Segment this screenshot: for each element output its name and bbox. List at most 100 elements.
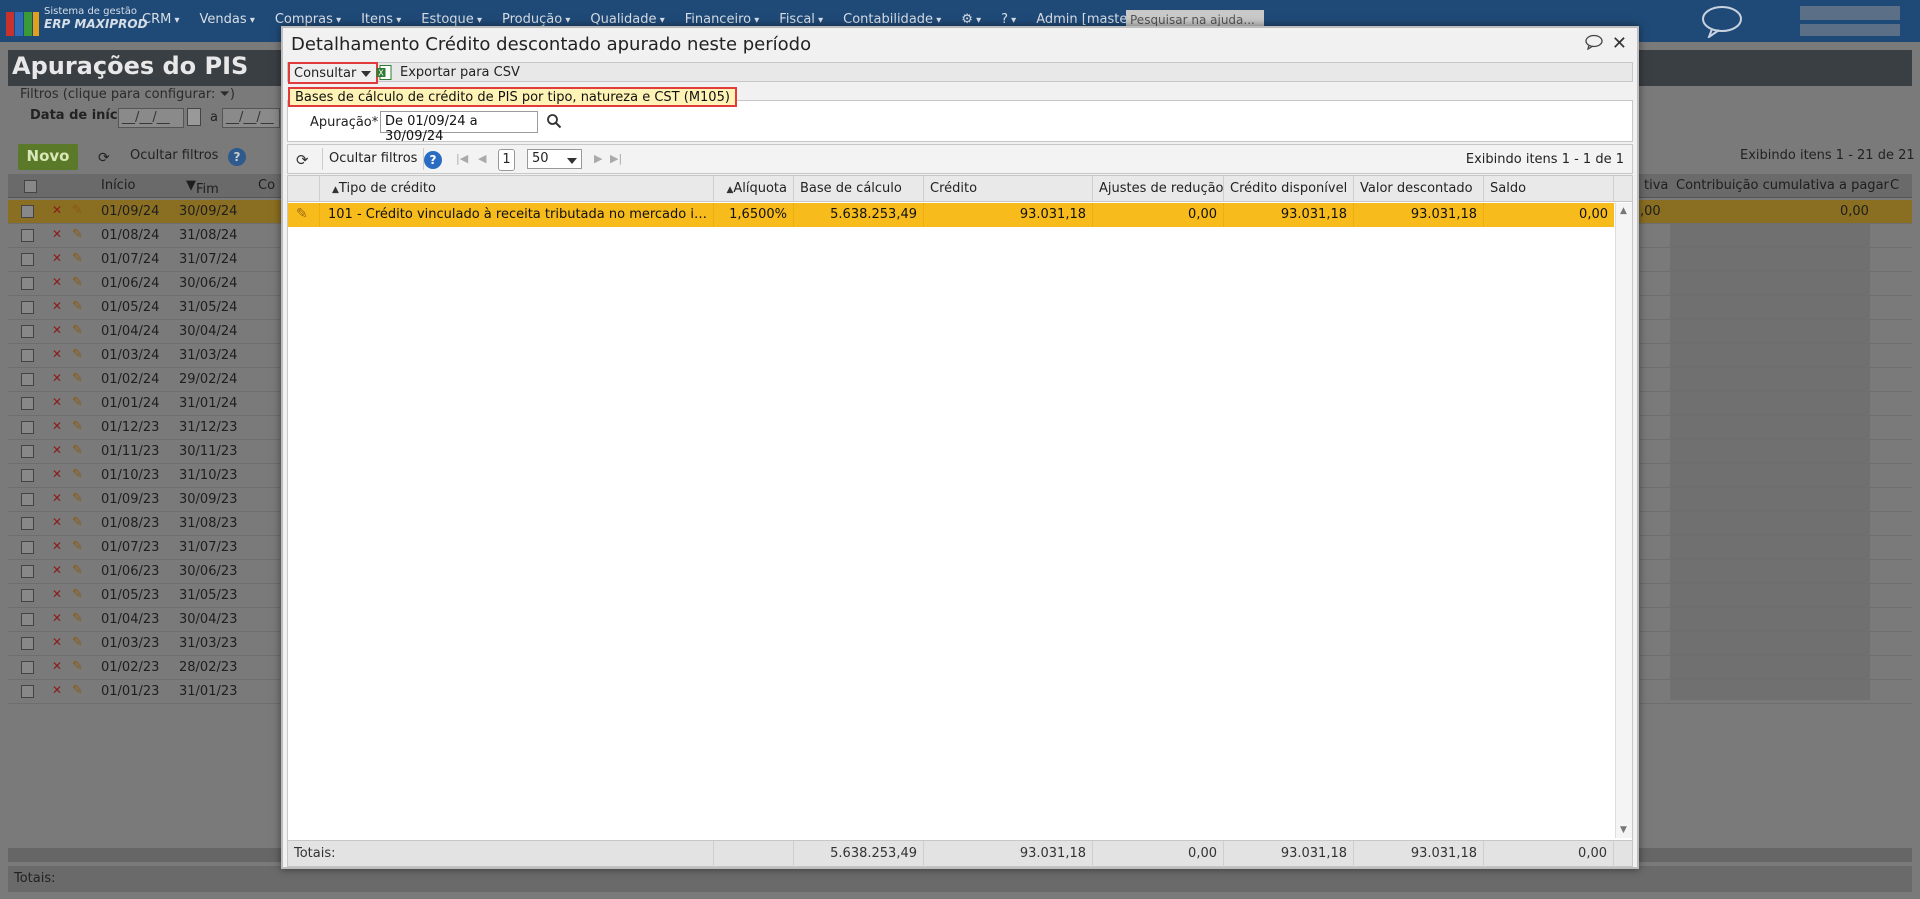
delete-icon[interactable]: ✕ bbox=[52, 635, 62, 649]
delete-icon[interactable]: ✕ bbox=[52, 539, 62, 553]
menu-item-bases-calculo-m105[interactable]: Bases de cálculo de crédito de PIS por t… bbox=[288, 87, 737, 107]
col-aliquota[interactable]: Alíquota bbox=[714, 176, 794, 202]
menu-financeiro[interactable]: Financeiro bbox=[685, 12, 760, 27]
last-page-icon[interactable]: ▶| bbox=[610, 152, 622, 165]
col-tipo-credito[interactable]: Tipo de crédito bbox=[320, 176, 714, 202]
filters-label[interactable]: Filtros (clique para configurar: ⏷) bbox=[20, 87, 235, 102]
first-page-icon[interactable]: |◀ bbox=[456, 152, 468, 165]
comment-icon[interactable] bbox=[1585, 34, 1603, 50]
col-c[interactable]: C bbox=[1890, 178, 1899, 193]
page-number-input[interactable]: 1 bbox=[498, 149, 515, 171]
delete-icon[interactable]: ✕ bbox=[52, 587, 62, 601]
delete-icon[interactable]: ✕ bbox=[52, 275, 62, 289]
delete-icon[interactable]: ✕ bbox=[52, 395, 62, 409]
delete-icon[interactable]: ✕ bbox=[52, 323, 62, 337]
edit-icon[interactable]: ✎ bbox=[72, 275, 83, 290]
excel-icon[interactable]: X bbox=[376, 65, 392, 80]
search-icon[interactable] bbox=[546, 113, 562, 129]
calendar-icon[interactable] bbox=[187, 108, 201, 126]
row-checkbox[interactable] bbox=[21, 205, 34, 218]
menu-contabilidade[interactable]: Contabilidade bbox=[843, 12, 941, 27]
edit-icon[interactable]: ✎ bbox=[72, 587, 83, 602]
menu-producao[interactable]: Produção bbox=[502, 12, 570, 27]
col-saldo[interactable]: Saldo bbox=[1484, 176, 1614, 202]
edit-icon[interactable]: ✎ bbox=[72, 347, 83, 362]
help-icon[interactable]: ? bbox=[1001, 12, 1016, 27]
gear-icon[interactable]: ⚙ bbox=[961, 12, 981, 27]
close-icon[interactable]: ✕ bbox=[1612, 33, 1627, 54]
delete-icon[interactable]: ✕ bbox=[52, 419, 62, 433]
delete-icon[interactable]: ✕ bbox=[52, 683, 62, 697]
prev-page-icon[interactable]: ◀ bbox=[478, 152, 486, 165]
delete-icon[interactable]: ✕ bbox=[52, 467, 62, 481]
edit-icon[interactable]: ✎ bbox=[296, 206, 308, 222]
delete-icon[interactable]: ✕ bbox=[52, 443, 62, 457]
edit-icon[interactable]: ✎ bbox=[72, 539, 83, 554]
edit-icon[interactable]: ✎ bbox=[72, 491, 83, 506]
date-start-input[interactable]: __/__/__ bbox=[118, 108, 184, 128]
row-checkbox[interactable] bbox=[21, 253, 34, 266]
col-valor-descontado[interactable]: Valor descontado bbox=[1354, 176, 1484, 202]
edit-icon[interactable]: ✎ bbox=[72, 395, 83, 410]
edit-icon[interactable]: ✎ bbox=[72, 467, 83, 482]
menu-fiscal[interactable]: Fiscal bbox=[779, 12, 823, 27]
col-base-calculo[interactable]: Base de cálculo bbox=[794, 176, 924, 202]
edit-icon[interactable]: ✎ bbox=[72, 227, 83, 242]
row-checkbox[interactable] bbox=[21, 517, 34, 530]
table-row[interactable]: ✎ 101 - Crédito vinculado à receita trib… bbox=[288, 203, 1614, 227]
menu-itens[interactable]: Itens bbox=[361, 12, 401, 27]
next-page-icon[interactable]: ▶ bbox=[594, 152, 602, 165]
row-checkbox[interactable] bbox=[21, 613, 34, 626]
delete-icon[interactable]: ✕ bbox=[52, 227, 62, 241]
col-credito-disponivel[interactable]: Crédito disponível bbox=[1224, 176, 1354, 202]
edit-icon[interactable]: ✎ bbox=[72, 659, 83, 674]
delete-icon[interactable]: ✕ bbox=[52, 347, 62, 361]
row-checkbox[interactable] bbox=[21, 301, 34, 314]
row-checkbox[interactable] bbox=[21, 469, 34, 482]
edit-icon[interactable]: ✎ bbox=[72, 371, 83, 386]
edit-icon[interactable]: ✎ bbox=[72, 323, 83, 338]
col-inicio[interactable]: Início bbox=[101, 178, 135, 193]
edit-icon[interactable]: ✎ bbox=[72, 563, 83, 578]
consultar-dropdown[interactable]: Consultar bbox=[288, 62, 379, 84]
row-checkbox[interactable] bbox=[21, 421, 34, 434]
col-tiva[interactable]: tiva bbox=[1644, 178, 1668, 193]
col-credito[interactable]: Crédito bbox=[924, 176, 1093, 202]
delete-icon[interactable]: ✕ bbox=[52, 491, 62, 505]
page-size-select[interactable]: 50 bbox=[527, 149, 582, 169]
edit-icon[interactable]: ✎ bbox=[72, 419, 83, 434]
row-checkbox[interactable] bbox=[21, 493, 34, 506]
row-checkbox[interactable] bbox=[21, 445, 34, 458]
edit-icon[interactable]: ✎ bbox=[72, 203, 83, 218]
apuracao-field[interactable]: De 01/09/24 a 30/09/24 bbox=[380, 111, 538, 144]
row-checkbox[interactable] bbox=[21, 229, 34, 242]
row-checkbox[interactable] bbox=[21, 397, 34, 410]
edit-icon[interactable]: ✎ bbox=[72, 251, 83, 266]
row-checkbox[interactable] bbox=[21, 325, 34, 338]
edit-icon[interactable]: ✎ bbox=[72, 683, 83, 698]
hide-filters-button[interactable]: Ocultar filtros bbox=[130, 148, 218, 163]
col-contribuicao-cumulativa[interactable]: Contribuição cumulativa a pagar bbox=[1676, 178, 1889, 193]
delete-icon[interactable]: ✕ bbox=[52, 659, 62, 673]
hide-filters-button[interactable]: Ocultar filtros bbox=[322, 148, 425, 170]
row-checkbox[interactable] bbox=[21, 685, 34, 698]
delete-icon[interactable]: ✕ bbox=[52, 563, 62, 577]
new-button[interactable]: Novo bbox=[18, 144, 78, 170]
menu-qualidade[interactable]: Qualidade bbox=[590, 12, 664, 27]
date-end-input[interactable]: __/__/__ bbox=[222, 108, 280, 128]
row-checkbox[interactable] bbox=[21, 349, 34, 362]
help-icon[interactable]: ? bbox=[228, 148, 246, 166]
vertical-scrollbar[interactable]: ▲ ▼ bbox=[1615, 203, 1632, 838]
col-fim[interactable]: ▼ Fim bbox=[186, 178, 219, 197]
help-icon[interactable]: ? bbox=[424, 151, 442, 169]
col-co[interactable]: Co bbox=[258, 178, 275, 193]
delete-icon[interactable]: ✕ bbox=[52, 371, 62, 385]
row-checkbox[interactable] bbox=[21, 373, 34, 386]
refresh-icon[interactable]: ⟳ bbox=[98, 150, 110, 166]
select-all-checkbox[interactable] bbox=[24, 180, 37, 193]
row-checkbox[interactable] bbox=[21, 637, 34, 650]
chat-icon[interactable] bbox=[1700, 4, 1744, 38]
delete-icon[interactable]: ✕ bbox=[52, 203, 62, 217]
edit-icon[interactable]: ✎ bbox=[72, 299, 83, 314]
row-checkbox[interactable] bbox=[21, 661, 34, 674]
